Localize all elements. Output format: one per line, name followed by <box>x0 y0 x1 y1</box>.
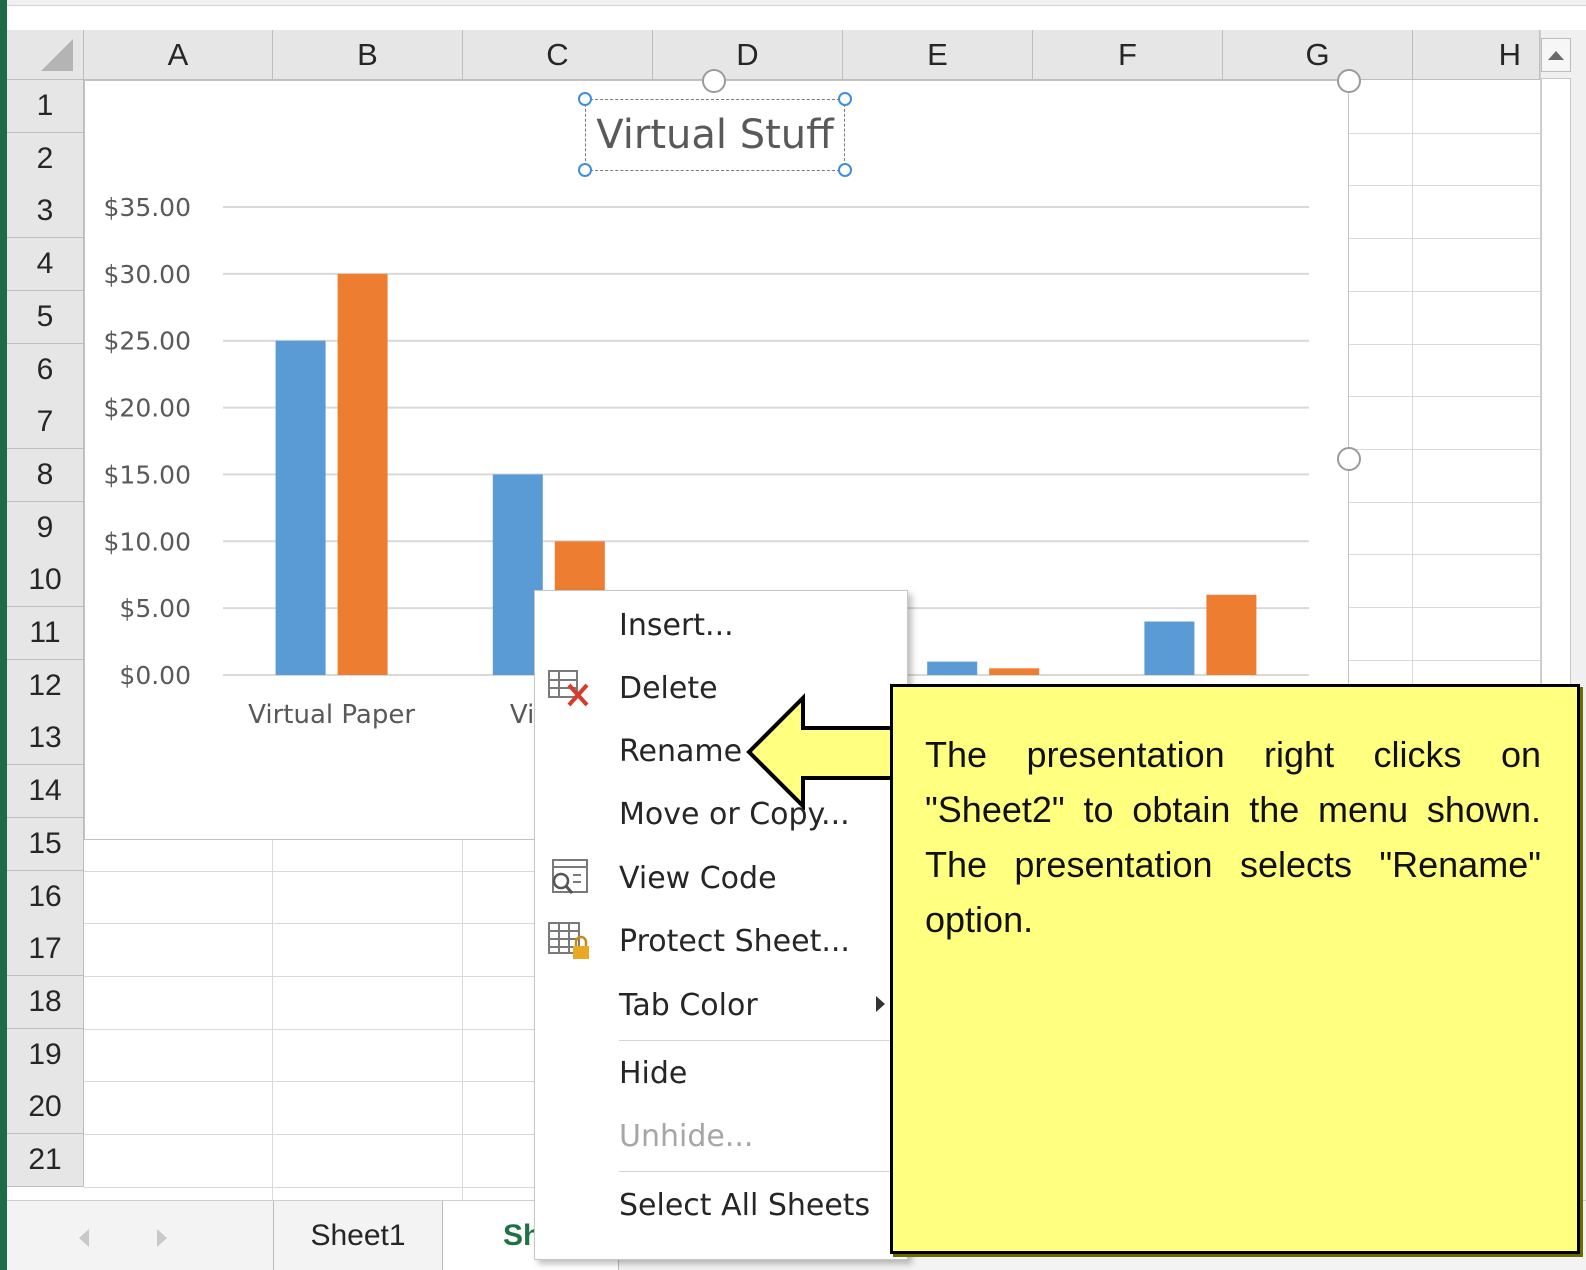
bar-series1-3[interactable] <box>927 661 978 675</box>
callout-text: The presentation right clicks on "Sheet2… <box>925 734 1541 940</box>
row-header-13[interactable]: 13 <box>7 712 84 766</box>
y-axis-tick-label: $15.00 <box>104 460 191 489</box>
chart-resize-handle[interactable] <box>1337 447 1361 471</box>
row-header-21[interactable]: 21 <box>7 1134 84 1187</box>
y-axis-tick-label: $0.00 <box>119 661 191 690</box>
menu-separator <box>619 1040 907 1041</box>
row-header-6[interactable]: 6 <box>7 343 84 397</box>
row-header-1[interactable]: 1 <box>7 80 84 133</box>
chart-title[interactable]: Virtual Stuff <box>585 99 845 171</box>
view-code-icon <box>552 859 588 894</box>
y-axis-tick-label: $20.00 <box>104 394 191 423</box>
arrow-up-icon <box>1548 50 1564 60</box>
menu-item-protect-sheet[interactable]: Protect Sheet... <box>535 912 907 970</box>
row-header-4[interactable]: 4 <box>7 238 84 292</box>
menu-item-select-all-sheets[interactable]: Select All Sheets <box>535 1176 907 1234</box>
menu-item-label: View Code <box>619 861 777 896</box>
menu-item-label: Delete <box>619 671 718 706</box>
delete-sheet-icon <box>548 670 589 707</box>
row-header-8[interactable]: 8 <box>7 448 84 502</box>
row-header-5[interactable]: 5 <box>7 290 84 344</box>
tab-scroll-right-icon[interactable] <box>157 1229 167 1247</box>
formula-area-edge <box>7 0 1586 6</box>
title-selection-handle[interactable] <box>838 92 852 106</box>
y-axis-tick-label: $30.00 <box>104 260 191 289</box>
y-axis-tick-label: $10.00 <box>104 527 191 556</box>
select-all-corner[interactable] <box>7 30 84 80</box>
row-header-2[interactable]: 2 <box>7 132 84 186</box>
column-header-e[interactable]: E <box>843 30 1033 80</box>
x-axis-category-label: Virtual Paper <box>248 700 415 730</box>
bar-series2-4[interactable] <box>1206 594 1257 675</box>
bar-series1-4[interactable] <box>1144 621 1195 675</box>
menu-item-view-code[interactable]: View Code <box>535 849 907 907</box>
row-header-14[interactable]: 14 <box>7 765 84 819</box>
title-selection-handle[interactable] <box>578 163 592 177</box>
bar-series1-0[interactable] <box>275 340 326 675</box>
submenu-arrow-icon <box>876 996 885 1012</box>
window-edge <box>0 0 7 1270</box>
menu-item-label: Tab Color <box>619 988 758 1023</box>
menu-item-tab-color[interactable]: Tab Color <box>535 976 907 1034</box>
tab-scroll-left-icon[interactable] <box>79 1229 89 1247</box>
menu-item-hide[interactable]: Hide <box>535 1044 907 1102</box>
title-selection-handle[interactable] <box>578 92 592 106</box>
column-header-h[interactable]: H <box>1413 30 1540 80</box>
menu-item-unhide: Unhide... <box>535 1107 907 1165</box>
y-axis-tick-label: $35.00 <box>104 193 191 222</box>
column-header-d[interactable]: D <box>653 30 843 80</box>
row-header-11[interactable]: 11 <box>7 607 84 660</box>
row-header-10[interactable]: 10 <box>7 554 84 608</box>
menu-separator <box>619 1171 907 1172</box>
column-header-f[interactable]: F <box>1033 30 1223 80</box>
menu-item-label: Select All Sheets <box>619 1188 871 1223</box>
chart-resize-handle[interactable] <box>1337 69 1361 93</box>
menu-item-label: Rename <box>619 734 743 769</box>
scroll-up-button[interactable] <box>1541 38 1571 72</box>
select-all-triangle-icon <box>41 39 73 71</box>
menu-item-insert[interactable]: Insert... <box>535 596 907 654</box>
chart-resize-handle[interactable] <box>702 69 726 93</box>
callout-pointer-arrow <box>746 693 895 810</box>
bar-series2-3[interactable] <box>989 668 1040 675</box>
row-header-18[interactable]: 18 <box>7 975 84 1029</box>
title-selection-handle[interactable] <box>838 163 852 177</box>
row-header-3[interactable]: 3 <box>7 185 84 239</box>
row-header-12[interactable]: 12 <box>7 659 84 713</box>
bar-series2-0[interactable] <box>337 273 388 675</box>
menu-item-label: Insert... <box>619 608 734 643</box>
row-header-19[interactable]: 19 <box>7 1028 84 1082</box>
menu-item-label: Unhide... <box>619 1119 754 1154</box>
column-header-c[interactable]: C <box>463 30 653 80</box>
protect-sheet-icon <box>548 922 589 959</box>
row-header-20[interactable]: 20 <box>7 1081 84 1135</box>
column-header-b[interactable]: B <box>273 30 463 80</box>
row-header-7[interactable]: 7 <box>7 396 84 450</box>
row-header-17[interactable]: 17 <box>7 923 84 977</box>
column-header-a[interactable]: A <box>84 30 273 80</box>
annotation-callout: The presentation right clicks on "Sheet2… <box>890 684 1580 1254</box>
column-header-g[interactable]: G <box>1223 30 1413 80</box>
y-axis-tick-label: $5.00 <box>119 594 191 623</box>
menu-item-label: Hide <box>619 1056 688 1091</box>
tab-sheet1[interactable]: Sheet1 <box>273 1201 443 1270</box>
row-header-15[interactable]: 15 <box>7 817 84 871</box>
row-header-9[interactable]: 9 <box>7 501 84 555</box>
y-axis-tick-label: $25.00 <box>104 327 191 356</box>
row-header-16[interactable]: 16 <box>7 870 84 924</box>
menu-item-label: Protect Sheet... <box>619 924 850 959</box>
